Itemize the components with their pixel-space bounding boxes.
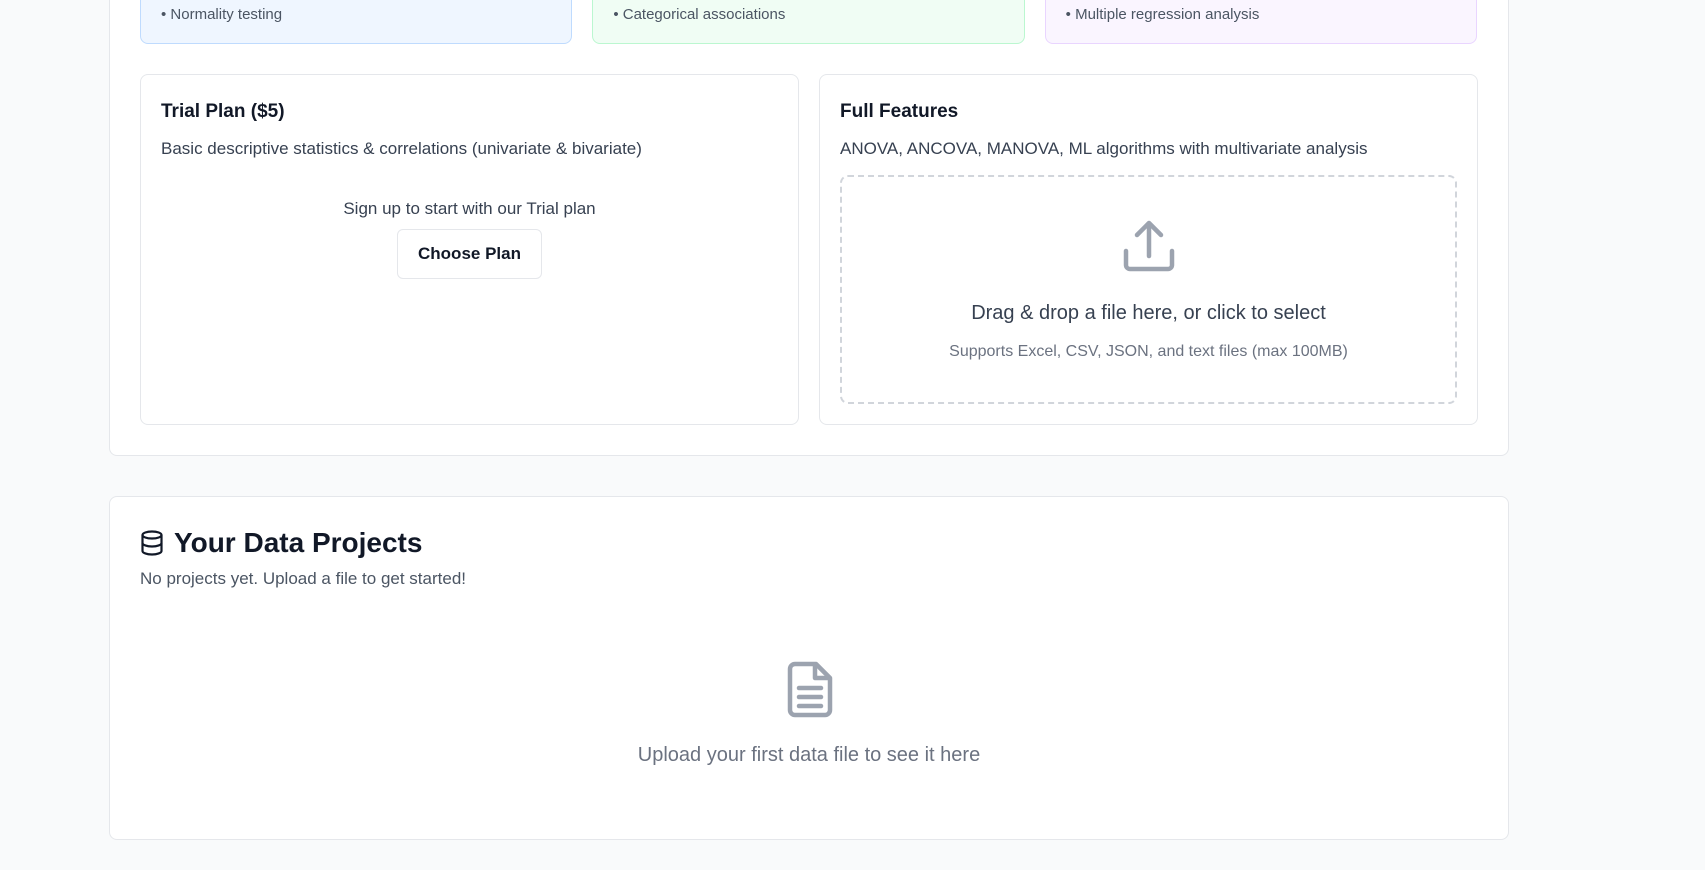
trial-plan-title: Trial Plan ($5) [161,101,285,122]
trial-plan-card: Trial Plan ($5) Basic descriptive statis… [140,74,799,425]
feature-tiles: • Normality testing • Categorical associ… [140,0,1477,44]
dropzone-sub-text: Supports Excel, CSV, JSON, and text file… [949,343,1348,360]
choose-plan-button[interactable]: Choose Plan [397,229,542,279]
database-icon [141,530,163,556]
projects-card: Your Data Projects No projects yet. Uplo… [109,496,1509,840]
full-features-title: Full Features [840,101,959,122]
feature-tile-normality: • Normality testing [140,0,573,44]
file-dropzone[interactable]: Drag & drop a file here, or click to sel… [840,175,1457,404]
projects-title: Your Data Projects [174,527,423,558]
trial-plan-description: Basic descriptive statistics & correlati… [161,139,642,158]
projects-subtitle: No projects yet. Upload a file to get st… [140,569,467,588]
page: • Normality testing • Categorical associ… [0,0,1705,870]
feature-tile-text: • Categorical associations [613,6,786,23]
feature-tile-categorical: • Categorical associations [592,0,1025,44]
signup-text: Sign up to start with our Trial plan [343,199,596,218]
feature-tile-regression: • Multiple regression analysis [1044,0,1477,44]
feature-tile-text: • Normality testing [161,6,283,23]
signup-block: Sign up to start with our Trial plan Cho… [161,199,778,279]
dropzone-main-text: Drag & drop a file here, or click to sel… [971,302,1326,324]
full-features-description: ANOVA, ANCOVA, MANOVA, ML algorithms wit… [840,139,1368,158]
empty-state-text: Upload your first data file to see it he… [637,744,981,766]
feature-tile-text: • Multiple regression analysis [1065,6,1260,23]
upload-icon [1123,220,1174,272]
document-icon [787,661,833,718]
full-features-card: Full Features ANOVA, ANCOVA, MANOVA, ML … [819,74,1478,425]
projects-header: Your Data Projects [140,527,422,559]
